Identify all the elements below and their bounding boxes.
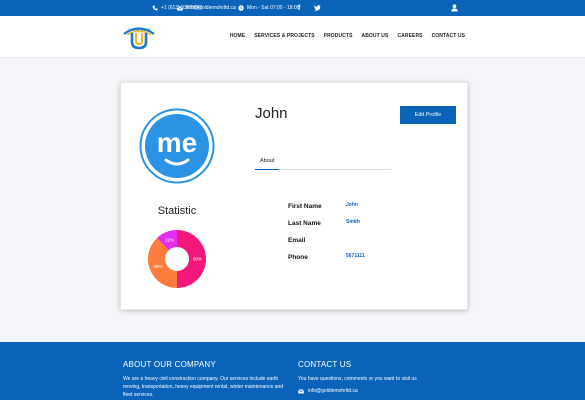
statistic-title: Statistic [157, 205, 197, 217]
last-name-value: Smith [346, 219, 360, 225]
nav-item-services-projects[interactable]: SERVICES & PROJECTS [254, 33, 314, 39]
edit-profile-button[interactable]: Edit Profile [400, 106, 456, 124]
footer-contact-text: You have questions, comments or you want… [298, 376, 417, 382]
first-name-label: First Name [288, 203, 322, 210]
footer-about-text: We are a heavy civil construction compan… [123, 375, 283, 399]
nav-item-about-us[interactable]: ABOUT US [362, 33, 389, 39]
nav-item-home[interactable]: HOME [230, 33, 245, 39]
nav-item-careers[interactable]: CAREERS [397, 33, 422, 39]
topbar-email[interactable]: info@goldiemohrltd.ca [177, 0, 236, 16]
phone-value: 5671111 [346, 253, 365, 259]
info-row-email: Email [288, 237, 408, 254]
email-label: Email [288, 237, 306, 244]
profile-name: John [255, 105, 288, 122]
topbar-hours-text: Mon - Sat 07:00 - 18:00 [247, 5, 300, 11]
main-nav: HOME SERVICES & PROJECTS PRODUCTS ABOUT … [230, 33, 465, 39]
avatar: me [139, 108, 215, 184]
facebook-glyph: f [298, 4, 301, 12]
user-icon[interactable] [451, 0, 458, 16]
statistic-donut-chart: 50% 38% 12% [148, 230, 206, 288]
profile-info: First Name John Last Name Smith Email Ph… [288, 202, 408, 271]
tab-about[interactable]: About [255, 153, 280, 170]
donut-slice-label: 38% [153, 264, 162, 269]
site-footer: ABOUT OUR COMPANY We are a heavy civil c… [0, 342, 585, 400]
clock-icon [238, 5, 244, 11]
user-glyph [451, 4, 458, 12]
twitter-icon[interactable] [314, 0, 321, 16]
avatar-text: me [157, 127, 197, 158]
footer-contact-email[interactable]: info@goldiemohrltd.ca [298, 388, 417, 394]
footer-about-heading: ABOUT OUR COMPANY [123, 360, 216, 369]
footer-about-line: moving, transportation, heavy equipment … [123, 384, 284, 390]
top-bar: +1 (613) 838 5042 info@goldiemohrltd.ca … [0, 0, 585, 16]
profile-card: me Statistic 50% 38% 12% John Edit Profile… [120, 82, 468, 310]
phone-icon [152, 5, 158, 11]
footer-about: ABOUT OUR COMPANY We are a heavy civil c… [123, 360, 283, 399]
donut-slice-label: 12% [165, 237, 174, 242]
facebook-icon[interactable]: f [298, 0, 300, 16]
profile-tabs: About [255, 153, 391, 170]
footer-contact: CONTACT US You have questions, comments … [298, 360, 417, 394]
footer-about-line: We are a heavy civil construction compan… [123, 376, 279, 382]
first-name-value: John [346, 202, 358, 208]
last-name-label: Last Name [288, 220, 321, 227]
footer-contact-email-text: info@goldiemohrltd.ca [308, 388, 358, 394]
info-row-last-name: Last Name Smith [288, 219, 408, 237]
footer-contact-heading: CONTACT US [298, 360, 352, 369]
twitter-bird [314, 5, 321, 11]
company-logo[interactable]: GOLDIE MOHR [120, 24, 158, 50]
nav-item-products[interactable]: PRODUCTS [324, 33, 353, 39]
footer-about-line: fleet services. [123, 392, 154, 398]
nav-item-contact-us[interactable]: CONTACT US [432, 33, 465, 39]
main-navbar: GOLDIE MOHR HOME SERVICES & PROJECTS PRO… [0, 16, 585, 58]
donut-slice-label: 50% [193, 257, 202, 262]
envelope-icon [298, 388, 304, 393]
info-row-phone: Phone 5671111 [288, 253, 408, 271]
phone-label: Phone [288, 254, 308, 261]
topbar-hours: Mon - Sat 07:00 - 18:00 [238, 0, 300, 16]
info-row-first-name: First Name John [288, 202, 408, 220]
svg-text:GOLDIE MOHR: GOLDIE MOHR [128, 28, 151, 32]
envelope-icon [177, 5, 183, 10]
topbar-email-text: info@goldiemohrltd.ca [186, 5, 236, 11]
